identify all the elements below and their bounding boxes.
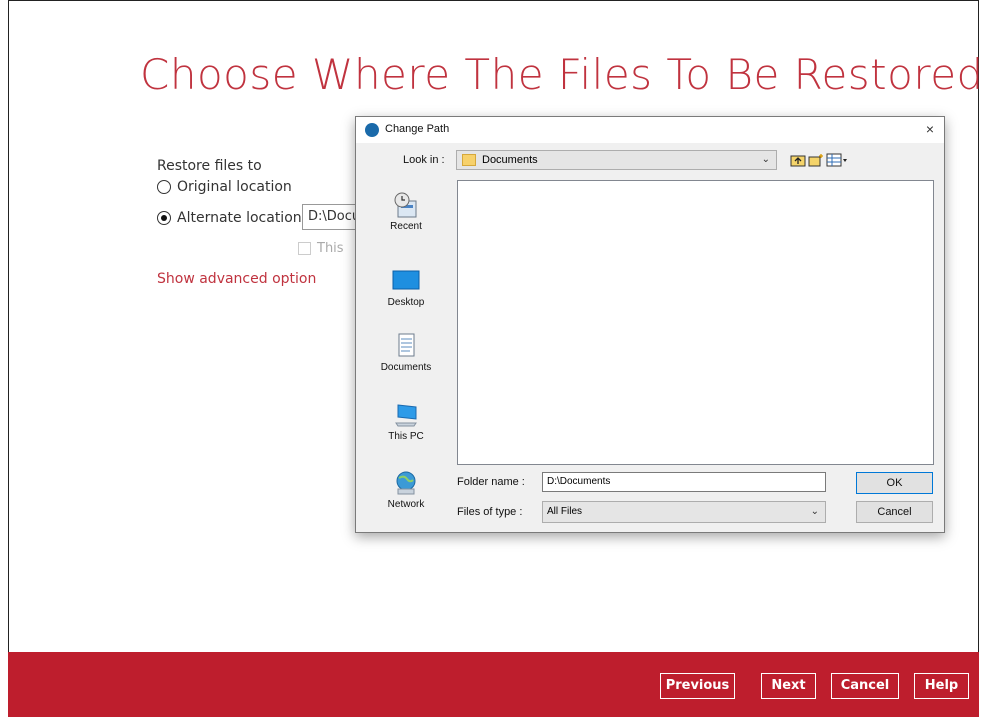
new-folder-icon[interactable]	[808, 153, 824, 167]
restore-files-label: Restore files to	[157, 158, 262, 174]
original-location-label: Original location	[177, 179, 292, 195]
view-menu-icon[interactable]	[826, 153, 848, 167]
files-of-type-dropdown[interactable]: All Files ⌄	[542, 501, 826, 523]
desktop-icon	[392, 270, 420, 290]
place-documents[interactable]: Documents	[366, 332, 446, 373]
look-in-value: Documents	[482, 154, 538, 166]
original-location-radio[interactable]	[157, 180, 171, 194]
look-in-dropdown[interactable]: Documents ⌄	[456, 150, 777, 170]
chevron-down-icon: ⌄	[761, 154, 770, 165]
place-desktop[interactable]: Desktop	[366, 267, 446, 308]
recent-icon	[394, 192, 417, 218]
folder-name-input[interactable]: D:\Documents	[542, 472, 826, 492]
files-of-type-label: Files of type :	[457, 506, 523, 518]
dialog-title: Change Path	[385, 123, 450, 135]
place-network[interactable]: Network	[366, 469, 446, 510]
this-checkbox-label: This	[317, 241, 344, 256]
look-in-label: Look in :	[403, 154, 445, 166]
place-label: This PC	[388, 431, 424, 442]
alternate-location-radio[interactable]	[157, 211, 171, 225]
alternate-location-label: Alternate location	[177, 210, 302, 226]
help-button[interactable]: Help	[914, 673, 969, 699]
computer-icon	[395, 404, 417, 427]
place-label: Recent	[390, 221, 422, 232]
this-checkbox-row: This	[298, 241, 344, 256]
previous-button[interactable]: Previous	[660, 673, 735, 699]
cancel-button[interactable]: Cancel	[831, 673, 899, 699]
place-label: Documents	[380, 362, 432, 373]
alternate-location-option[interactable]: Alternate location	[157, 210, 302, 226]
next-button[interactable]: Next	[761, 673, 816, 699]
close-icon[interactable]: ×	[926, 121, 934, 137]
ok-button[interactable]: OK	[856, 472, 933, 494]
file-list[interactable]	[457, 180, 934, 465]
place-recent[interactable]: Recent	[366, 191, 446, 232]
change-path-dialog: Change Path × Look in : Documents ⌄ Rece…	[355, 116, 945, 533]
this-checkbox	[298, 242, 311, 255]
dialog-cancel-button[interactable]: Cancel	[856, 501, 933, 523]
place-label: Network	[387, 499, 425, 510]
folder-name-label: Folder name :	[457, 476, 525, 488]
place-label: Desktop	[387, 297, 425, 308]
chevron-down-icon: ⌄	[810, 506, 819, 517]
original-location-option[interactable]: Original location	[157, 179, 292, 195]
show-advanced-option-link[interactable]: Show advanced option	[157, 271, 316, 287]
dialog-titlebar: Change Path ×	[356, 117, 944, 143]
files-of-type-value: All Files	[547, 506, 583, 517]
place-this-pc[interactable]: This PC	[366, 401, 446, 442]
network-icon	[396, 471, 416, 495]
places-bar: Recent Desktop Documents This PC Network	[366, 179, 446, 529]
documents-icon	[398, 333, 415, 357]
page-title: Choose Where The Files To Be Restored	[140, 50, 981, 99]
up-folder-icon[interactable]	[790, 153, 806, 167]
folder-icon	[462, 154, 476, 166]
app-logo-icon	[365, 123, 379, 137]
